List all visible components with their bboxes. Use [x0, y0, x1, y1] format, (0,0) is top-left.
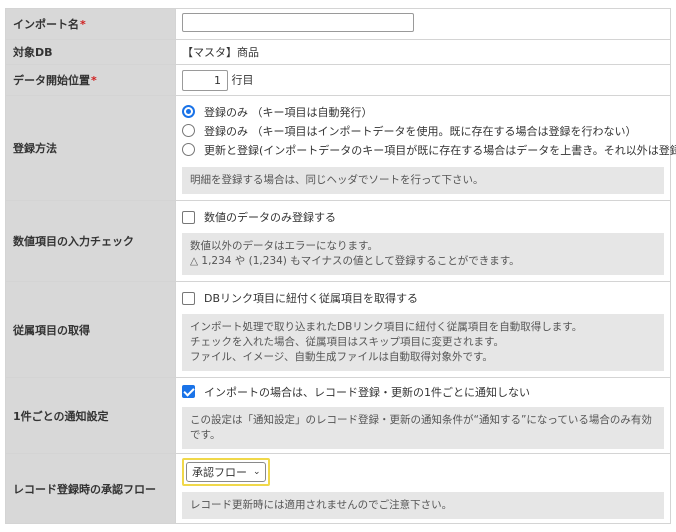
- dependent-items-label: 従属項目の取得: [5, 281, 176, 378]
- required-mark: *: [91, 74, 97, 87]
- import-settings-form: インポート名* 対象DB 【マスタ】商品 データ開始位置* 1 行目 登録方法 …: [5, 8, 676, 524]
- register-option-2[interactable]: 登録のみ （キー項目はインポートデータを使用。既に存在する場合は登録を行わない）: [182, 121, 664, 140]
- radio-icon[interactable]: [182, 143, 195, 156]
- numeric-only-checkbox[interactable]: 数値のデータのみ登録する: [182, 208, 664, 227]
- approval-flow-select[interactable]: 承認フロー ⌄: [186, 462, 266, 482]
- start-row-input[interactable]: 1: [182, 69, 228, 91]
- radio-selected-icon[interactable]: [182, 105, 195, 118]
- checkbox-icon[interactable]: [182, 210, 195, 224]
- checkbox-icon[interactable]: [182, 291, 195, 305]
- dependent-items-note: インポート処理で取り込まれたDBリンク項目に紐付く従属項目を自動取得します。 チ…: [182, 313, 664, 371]
- approval-flow-note: レコード更新時には適用されませんのでご注意下さい。: [182, 492, 664, 519]
- register-option-1[interactable]: 登録のみ （キー項目は自動発行）: [182, 102, 664, 121]
- start-row-unit: 行目: [231, 73, 254, 86]
- register-option-3[interactable]: 更新と登録(インポートデータのキー項目が既に存在する場合はデータを上書き。それ以…: [182, 140, 676, 159]
- notification-checkbox[interactable]: インポートの場合は、レコード登録・更新の1件ごとに通知しない: [182, 382, 664, 401]
- import-name-label: インポート名*: [5, 8, 176, 40]
- register-method-note: 明細を登録する場合は、同じヘッダでソートを行って下さい。: [182, 167, 664, 194]
- numeric-check-note: 数値以外のデータはエラーになります。 △ 1,234 や (1,234) もマイ…: [182, 232, 664, 275]
- required-mark: *: [80, 18, 86, 31]
- target-db-value: 【マスタ】商品: [175, 39, 671, 65]
- notification-label: 1件ごとの通知設定: [5, 377, 176, 454]
- approval-flow-label: レコード登録時の承認フロー: [5, 453, 176, 524]
- import-name-input[interactable]: [182, 13, 414, 32]
- radio-icon[interactable]: [182, 124, 195, 137]
- target-db-label: 対象DB: [5, 39, 176, 65]
- numeric-check-label: 数値項目の入力チェック: [5, 200, 176, 282]
- checkbox-checked-icon[interactable]: [182, 385, 195, 398]
- chevron-down-icon: ⌄: [253, 467, 261, 477]
- approval-flow-select-focus: 承認フロー ⌄: [182, 458, 270, 486]
- start-row-label: データ開始位置*: [5, 64, 176, 96]
- register-method-label: 登録方法: [5, 95, 176, 201]
- notification-note: この設定は「通知設定」のレコード登録・更新の通知条件が“通知する”になっている場…: [182, 407, 664, 449]
- dependent-items-checkbox[interactable]: DBリンク項目に紐付く従属項目を取得する: [182, 289, 664, 308]
